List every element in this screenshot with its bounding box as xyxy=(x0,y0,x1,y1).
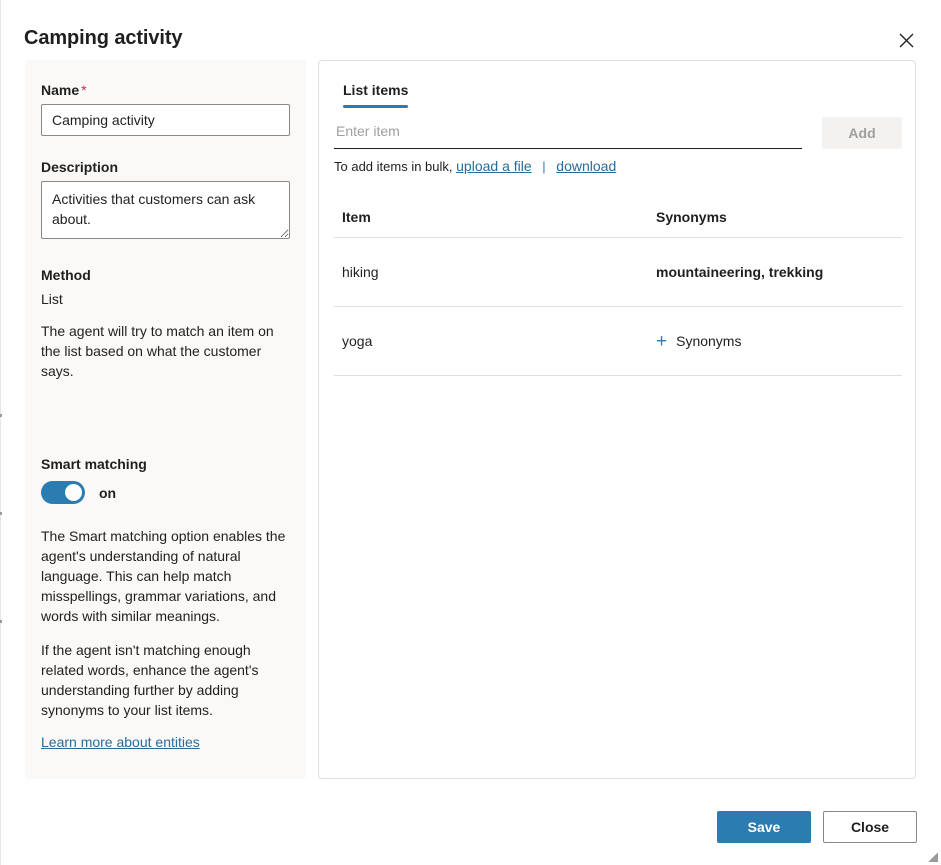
table-row[interactable]: hiking mountaineering, trekking xyxy=(334,238,902,307)
add-synonyms-button[interactable]: + Synonyms xyxy=(656,332,741,351)
cell-item: yoga xyxy=(342,333,656,349)
dialog-footer: Save Close xyxy=(717,811,917,843)
column-header-item: Item xyxy=(342,209,656,225)
column-header-synonyms: Synonyms xyxy=(656,209,894,225)
smart-matching-label: Smart matching xyxy=(41,455,290,473)
download-link[interactable]: download xyxy=(556,158,616,174)
toggle-knob xyxy=(65,484,82,501)
description-label: Description xyxy=(41,158,290,176)
edge-marker xyxy=(0,512,2,515)
edge-marker xyxy=(0,414,2,417)
description-textarea[interactable] xyxy=(41,181,290,239)
method-label: Method xyxy=(41,266,290,284)
add-item-button[interactable]: Add xyxy=(822,117,902,149)
upload-a-file-link[interactable]: upload a file xyxy=(456,158,532,174)
tab-strip: List items xyxy=(335,77,416,108)
bulk-upload-hint: To add items in bulk, upload a file | do… xyxy=(334,158,616,174)
method-help-text: The agent will try to match an item on t… xyxy=(41,321,290,381)
learn-more-link[interactable]: Learn more about entities xyxy=(41,734,200,750)
entity-editor-dialog: Camping activity Name* Description Metho… xyxy=(0,0,941,865)
cell-item: hiking xyxy=(342,264,656,280)
smart-matching-state-label: on xyxy=(99,485,116,501)
plus-icon: + xyxy=(656,332,667,351)
smart-matching-paragraph-2: If the agent isn't matching enough relat… xyxy=(41,640,290,720)
smart-matching-toggle-row: on xyxy=(41,481,290,504)
bulk-hint-prefix: To add items in bulk, xyxy=(334,159,453,174)
smart-matching-toggle[interactable] xyxy=(41,481,85,504)
cell-synonyms: + Synonyms xyxy=(656,332,894,351)
smart-matching-paragraph-1: The Smart matching option enables the ag… xyxy=(41,526,290,626)
add-synonyms-label: Synonyms xyxy=(676,333,741,349)
list-items-panel: List items Add To add items in bulk, upl… xyxy=(318,60,916,779)
list-items-table: Item Synonyms hiking mountaineering, tre… xyxy=(334,201,902,376)
method-value: List xyxy=(41,289,290,309)
name-input[interactable] xyxy=(41,104,290,136)
tab-list-items[interactable]: List items xyxy=(335,77,416,108)
cell-synonyms: mountaineering, trekking xyxy=(656,264,894,280)
save-button[interactable]: Save xyxy=(717,811,811,843)
close-icon xyxy=(899,33,914,48)
required-indicator: * xyxy=(81,82,86,98)
close-dialog-button[interactable] xyxy=(888,22,924,58)
close-button[interactable]: Close xyxy=(823,811,917,843)
enter-item-input[interactable] xyxy=(334,117,802,149)
name-label: Name* xyxy=(41,81,290,99)
resize-corner-artifact xyxy=(928,852,938,862)
page-title: Camping activity xyxy=(24,27,182,50)
bulk-separator: | xyxy=(542,159,545,174)
edge-marker xyxy=(0,620,2,623)
table-header-row: Item Synonyms xyxy=(334,201,902,238)
entity-properties-panel: Name* Description Method List The agent … xyxy=(25,60,306,779)
window-left-edge xyxy=(0,0,1,865)
table-row[interactable]: yoga + Synonyms xyxy=(334,307,902,376)
add-item-row: Add xyxy=(334,117,902,149)
